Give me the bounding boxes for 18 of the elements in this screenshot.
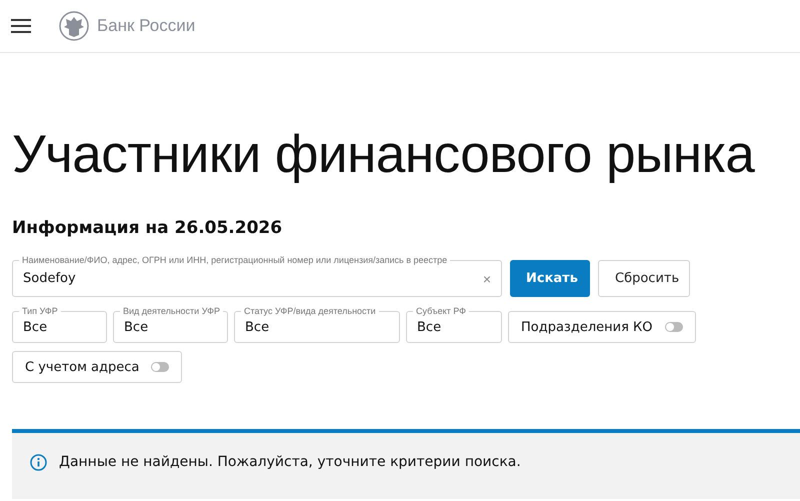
clear-button[interactable]: × — [482, 270, 491, 286]
toggle-control[interactable]: С учетом адреса — [12, 351, 182, 383]
search-button[interactable]: Искать — [510, 260, 590, 297]
field-label: Тип УФР — [19, 305, 61, 317]
info-icon — [30, 454, 47, 471]
field-label: Наименование/ФИО, адрес, ОГРН или ИНН, регистрационный номер или лицензия/запись в реестре — [19, 254, 450, 266]
logo-text: Банк России — [97, 16, 196, 36]
info-date: Информация на 26.05.2026 — [12, 218, 284, 238]
toggle-switch[interactable] — [151, 362, 170, 372]
alert-message: Данные не найдены. Пожалуйста, уточните критерии поиска. — [59, 454, 521, 470]
page-title: Участники финансового рынка — [12, 125, 756, 185]
menu-icon[interactable] — [11, 19, 31, 33]
field-label: Вид деятельности УФР — [120, 305, 223, 317]
reset-button[interactable]: Сбросить — [598, 260, 690, 297]
field-label: Субъект РФ — [413, 305, 469, 317]
toggle-switch[interactable] — [664, 322, 683, 332]
toggle-control[interactable]: Подразделения КО — [508, 311, 696, 343]
field-label: Статус УФР/вида деятельности — [241, 305, 379, 317]
